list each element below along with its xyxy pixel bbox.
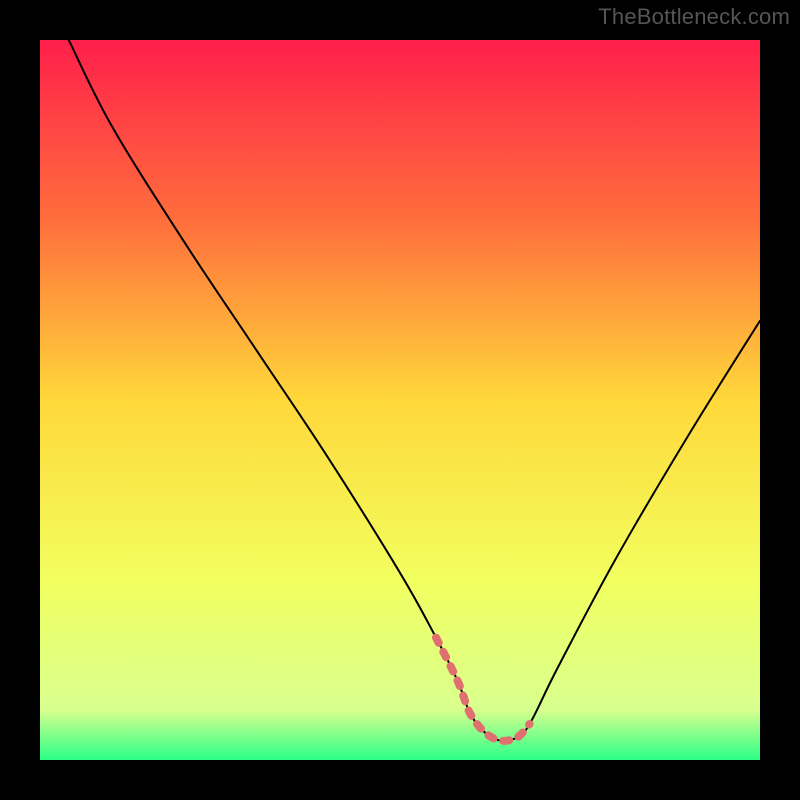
attribution-label: TheBottleneck.com xyxy=(598,4,790,30)
plot-area xyxy=(40,40,760,760)
chart-container: TheBottleneck.com xyxy=(0,0,800,800)
gradient-background xyxy=(40,40,760,760)
chart-svg xyxy=(40,40,760,760)
